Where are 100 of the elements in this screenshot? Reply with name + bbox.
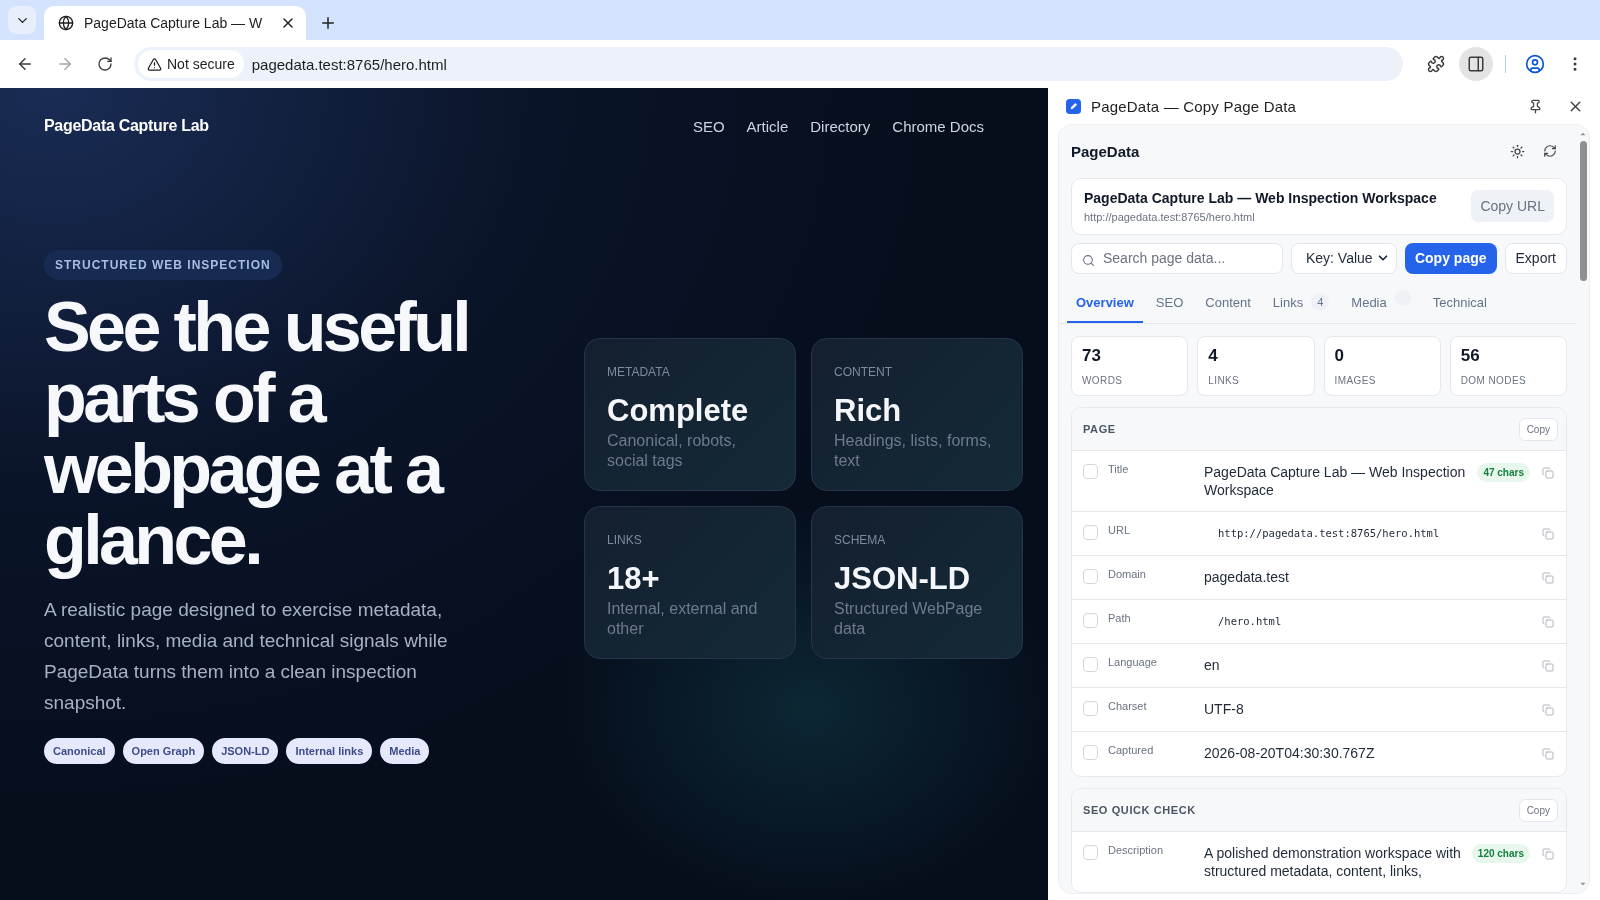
- copy-icon[interactable]: [1542, 528, 1554, 540]
- row-value: PageData Capture Lab — Web Inspection Workspace: [1204, 463, 1467, 499]
- section-title: PAGE: [1083, 423, 1116, 435]
- refresh-icon[interactable]: [1543, 144, 1557, 159]
- row-value: en: [1204, 656, 1221, 674]
- card-note: Structured WebPage data: [834, 599, 984, 639]
- security-chip[interactable]: Not secure: [138, 50, 244, 78]
- nav-link[interactable]: Chrome Docs: [892, 117, 984, 135]
- scrollbar-thumb[interactable]: [1579, 141, 1587, 281]
- row-label: URL: [1108, 524, 1131, 536]
- pin-icon[interactable]: [1528, 98, 1543, 114]
- stat-value: 73: [1082, 346, 1102, 366]
- section-title: SEO QUICK CHECK: [1083, 804, 1196, 816]
- row-label: Title: [1108, 463, 1130, 475]
- browser-tab[interactable]: PageData Capture Lab — W: [44, 6, 306, 40]
- row-label: Domain: [1108, 568, 1147, 580]
- copy-icon[interactable]: [1542, 848, 1554, 860]
- plus-icon: [319, 14, 337, 32]
- search-icon: [1082, 253, 1095, 267]
- copy-icon[interactable]: [1542, 467, 1554, 479]
- copy-url-button[interactable]: Copy URL: [1471, 190, 1554, 223]
- stat-label: LINKS: [1208, 375, 1241, 386]
- stat-label: DOM NODES: [1460, 375, 1528, 386]
- nav-link[interactable]: SEO: [692, 117, 725, 135]
- globe-icon: [58, 15, 74, 31]
- row-checkbox[interactable]: [1083, 569, 1098, 584]
- length-badge: 47 chars: [1477, 463, 1530, 482]
- side-panel-title: PageData — Copy Page Data: [1091, 97, 1298, 115]
- format-select[interactable]: Key: Value: [1290, 242, 1397, 274]
- stat-label: IMAGES: [1334, 375, 1377, 386]
- card-label: CONTENT: [834, 365, 893, 379]
- search-field[interactable]: Search page data...: [1071, 242, 1283, 274]
- panel-tab[interactable]: Technical: [1423, 283, 1496, 323]
- stat-value: 0: [1334, 346, 1345, 366]
- tab-title: PageData Capture Lab — W: [84, 15, 264, 31]
- address-text[interactable]: pagedata.test:8765/hero.html: [251, 55, 447, 73]
- row-checkbox[interactable]: [1083, 525, 1098, 540]
- panel-tab[interactable]: Links 4: [1263, 283, 1339, 323]
- row-value: /hero.html: [1217, 614, 1283, 629]
- panel-tab[interactable]: Media: [1342, 283, 1420, 323]
- row-checkbox[interactable]: [1083, 701, 1098, 716]
- row-checkbox[interactable]: [1083, 657, 1098, 672]
- panel-tab[interactable]: Overview: [1067, 283, 1143, 323]
- copy-icon[interactable]: [1542, 660, 1554, 672]
- row-value: 2026-08-20T04:30:30.767Z: [1204, 744, 1376, 762]
- copy-icon[interactable]: [1542, 572, 1554, 584]
- copy-page-button[interactable]: Copy page: [1404, 242, 1497, 274]
- row-label: Charset: [1108, 700, 1148, 712]
- card-note: Internal, external and other: [607, 599, 759, 639]
- page-url: http://pagedata.test:8765/hero.html: [1084, 210, 1256, 223]
- eyebrow-label: STRUCTURED WEB INSPECTION: [44, 250, 282, 280]
- copy-icon[interactable]: [1542, 704, 1554, 716]
- tab-count: 4: [1311, 293, 1330, 312]
- card-label: SCHEMA: [834, 533, 887, 547]
- row-checkbox[interactable]: [1083, 845, 1098, 860]
- sun-icon[interactable]: [1510, 143, 1525, 159]
- feature-tag: Canonical: [44, 738, 115, 764]
- row-checkbox[interactable]: [1083, 745, 1098, 760]
- forward-arrow-icon: [56, 55, 74, 73]
- stat-value: 56: [1460, 346, 1481, 366]
- app-name: PageData: [1071, 142, 1141, 160]
- hero-heading: See the useful parts of a webpage at a glance.: [44, 292, 470, 581]
- feature-tag: Media: [380, 738, 430, 764]
- copy-icon[interactable]: [1542, 748, 1554, 760]
- length-badge: 120 chars: [1471, 844, 1530, 863]
- card-note: Headings, lists, forms, text: [834, 431, 993, 471]
- row-label: Path: [1108, 612, 1132, 624]
- card-label: LINKS: [607, 533, 643, 547]
- nav-link[interactable]: Directory: [810, 117, 871, 135]
- warning-icon: [147, 56, 162, 72]
- row-value: pagedata.test: [1204, 568, 1290, 586]
- row-value: http://pagedata.test:8765/hero.html: [1217, 526, 1441, 541]
- reload-icon: [97, 56, 113, 72]
- pencil-square-icon: [1066, 98, 1081, 114]
- card-value: JSON-LD: [834, 561, 972, 597]
- tab-search-button[interactable]: [8, 6, 36, 34]
- brand-name: PageData Capture Lab: [44, 117, 209, 135]
- export-button[interactable]: Export: [1504, 242, 1567, 274]
- row-label: Description: [1108, 844, 1165, 856]
- card-value: Complete: [607, 393, 750, 429]
- copy-icon[interactable]: [1542, 616, 1554, 628]
- card-value: Rich: [834, 393, 903, 429]
- panel-tab[interactable]: Content: [1196, 283, 1260, 323]
- row-checkbox[interactable]: [1083, 464, 1098, 479]
- section-copy-button[interactable]: Copy: [1518, 417, 1558, 441]
- feature-tag: Open Graph: [122, 738, 205, 764]
- feature-tag: Internal links: [286, 738, 373, 764]
- card-label: METADATA: [607, 365, 671, 379]
- stat-label: WORDS: [1082, 375, 1124, 386]
- row-value: UTF-8: [1204, 700, 1245, 718]
- stat-value: 4: [1208, 346, 1219, 366]
- row-checkbox[interactable]: [1083, 613, 1098, 628]
- page-title: PageData Capture Lab — Web Inspection Workspace: [1084, 189, 1438, 206]
- row-label: Captured: [1108, 744, 1155, 756]
- hero-lead: A realistic page designed to exercise metadata, content, links, media and technical signals while PageData turns them into a clean inspection snapshot.: [44, 598, 449, 715]
- card-note: Canonical, robots, social tags: [607, 431, 737, 471]
- side-panel-icon[interactable]: [1459, 47, 1493, 81]
- panel-tab[interactable]: SEO: [1146, 283, 1193, 323]
- section-copy-button[interactable]: Copy: [1518, 798, 1558, 822]
- nav-link[interactable]: Article: [746, 117, 789, 135]
